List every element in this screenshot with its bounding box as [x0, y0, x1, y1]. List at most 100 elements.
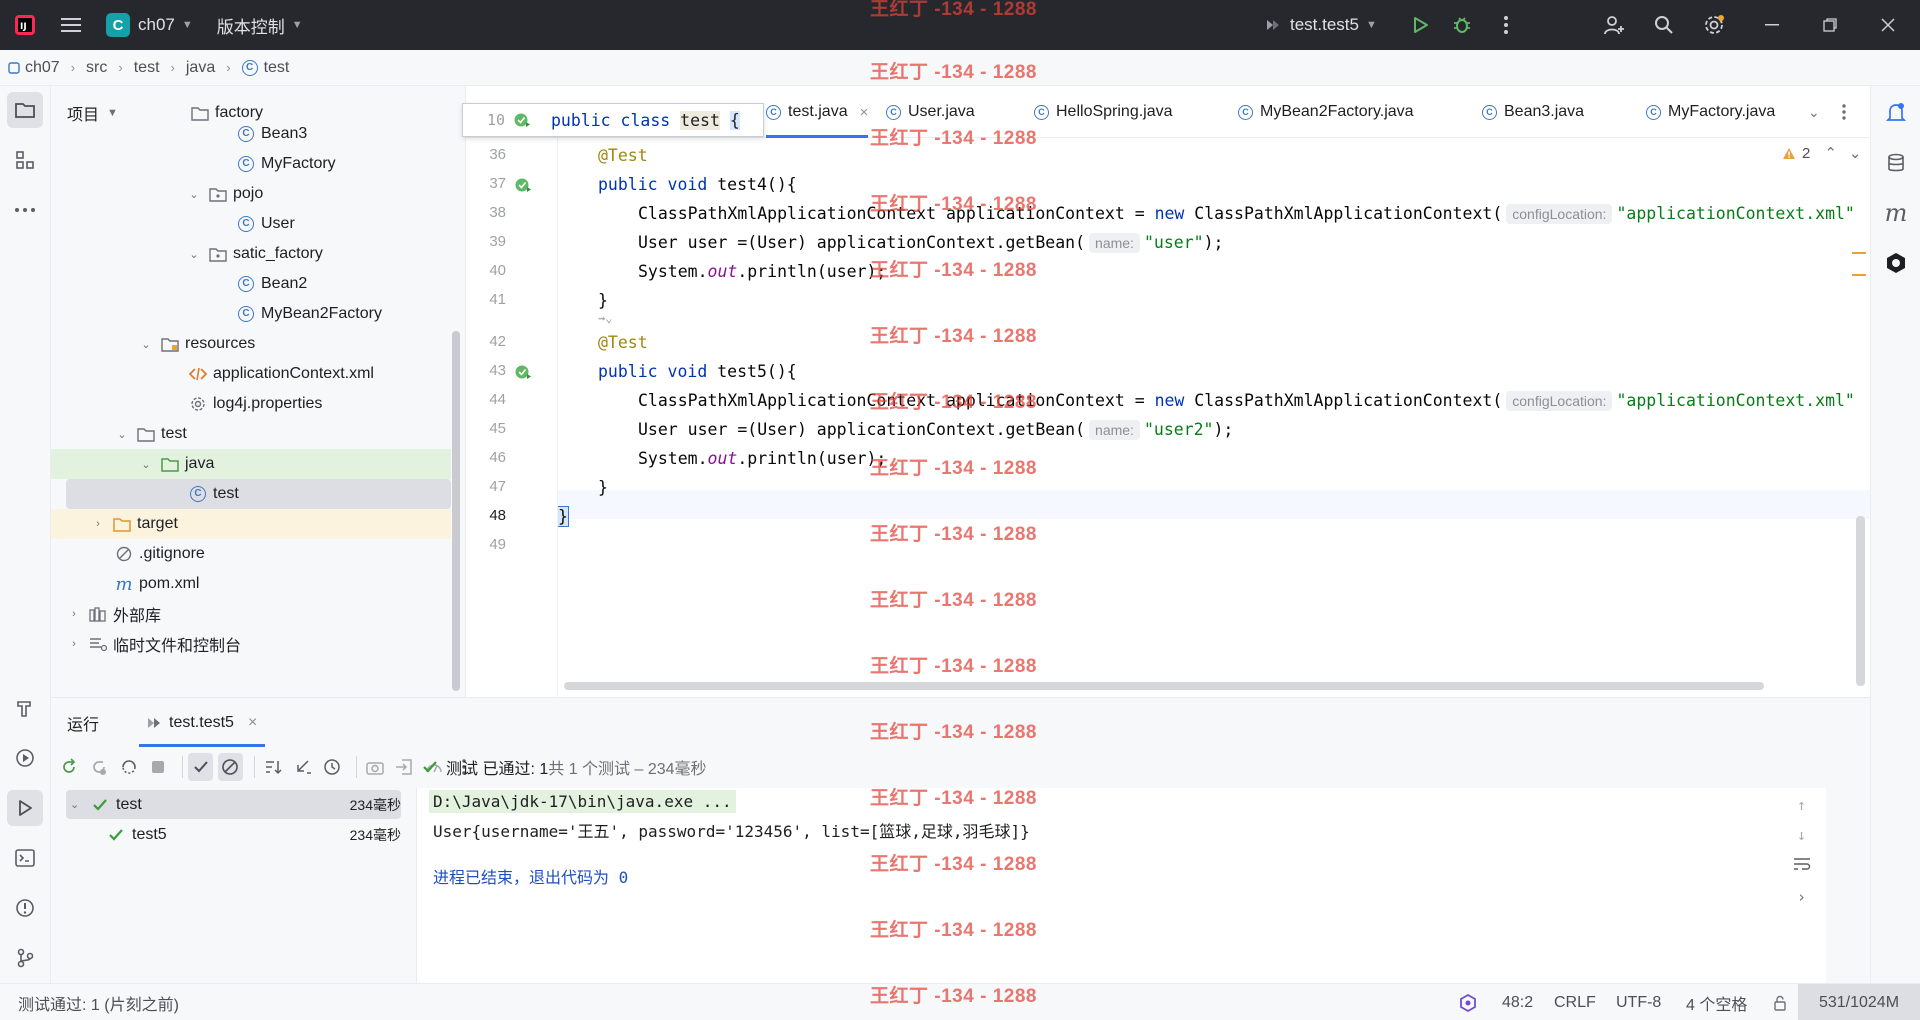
tree-item-external-libraries[interactable]: › 外部库 — [51, 599, 451, 629]
close-tab-icon[interactable]: × — [248, 714, 257, 732]
tab-mybean2factory-java[interactable]: C MyBean2Factory.java — [1238, 86, 1414, 138]
tree-item-myfactory[interactable]: C MyFactory — [51, 149, 451, 179]
code-vision-icon[interactable]: ⇝⌄ — [598, 311, 612, 325]
git-tool-button[interactable] — [7, 940, 43, 976]
breadcrumb-item-class[interactable]: C test — [241, 59, 289, 77]
stop-button[interactable] — [146, 753, 171, 781]
vcs-menu[interactable]: 版本控制 ▼ — [217, 0, 303, 50]
chevron-down-icon[interactable]: ⌄ — [139, 458, 153, 471]
tree-item-gitignore[interactable]: .gitignore — [51, 539, 451, 569]
database-button[interactable] — [1879, 146, 1913, 180]
rerun-failed-button[interactable] — [87, 753, 112, 781]
tree-item-applicationcontext-xml[interactable]: applicationContext.xml — [51, 359, 451, 389]
build-tool-button[interactable] — [7, 690, 43, 726]
chevron-down-icon[interactable]: ⌄ — [187, 188, 201, 201]
more-actions-button[interactable] — [1484, 0, 1528, 50]
soft-wrap-button[interactable] — [1793, 856, 1811, 875]
services-tool-button[interactable] — [7, 740, 43, 776]
run-test-gutter-icon[interactable] — [514, 363, 532, 381]
tree-item-java-test-root[interactable]: ⌄ java — [51, 449, 451, 479]
status-message[interactable]: 测试通过: 1 (片刻之前) — [18, 984, 179, 1020]
run-config-selector[interactable]: test.test5 ▼ — [1264, 0, 1377, 50]
tree-item-target[interactable]: › target — [51, 509, 451, 539]
tree-item-test-class[interactable]: C test — [66, 479, 451, 509]
tree-item-user[interactable]: C User — [51, 209, 451, 239]
debug-button[interactable] — [1440, 0, 1484, 50]
scroll-down-icon[interactable]: ↓ — [1797, 826, 1806, 844]
show-ignored-toggle[interactable] — [218, 753, 243, 781]
scroll-up-icon[interactable]: ↑ — [1797, 796, 1806, 814]
code-area[interactable]: @Test public void test4(){ ClassPathXmlA… — [558, 138, 1870, 697]
line-separator[interactable]: CRLF — [1554, 984, 1596, 1020]
tab-hellospring-java[interactable]: C HelloSpring.java — [1034, 86, 1173, 138]
collapse-all-button[interactable] — [290, 753, 315, 781]
tree-item-bean2[interactable]: C Bean2 — [51, 269, 451, 299]
import-tests-button[interactable] — [392, 753, 417, 781]
test-result-row[interactable]: ⌄ test 234毫秒 — [66, 790, 401, 819]
ai-status-icon[interactable] — [1458, 984, 1478, 1020]
app-logo-icon[interactable]: IJ — [0, 0, 50, 50]
breadcrumb-item-src[interactable]: src — [86, 59, 107, 77]
chevron-right-icon[interactable]: › — [67, 608, 81, 620]
run-test-gutter-icon[interactable] — [514, 176, 532, 194]
tree-item-resources[interactable]: ⌄ resources — [51, 329, 451, 359]
toggle-auto-test-button[interactable] — [116, 753, 141, 781]
notifications-button[interactable] — [1879, 96, 1913, 130]
search-button[interactable] — [1642, 0, 1686, 50]
run-tab-test-test5[interactable]: test.test5 × — [139, 698, 266, 747]
run-tool-button[interactable] — [7, 790, 43, 826]
sort-button[interactable] — [261, 753, 286, 781]
chevron-down-icon[interactable]: ⌄ — [115, 428, 129, 441]
close-window-button[interactable] — [1866, 0, 1910, 50]
tree-item-pojo[interactable]: ⌄ pojo — [51, 179, 451, 209]
breadcrumb-item-java[interactable]: java — [186, 59, 215, 77]
more-tools-button[interactable] — [7, 192, 43, 228]
rerun-button[interactable] — [57, 753, 82, 781]
chevron-down-icon[interactable]: ⌄ — [139, 338, 153, 351]
console-output[interactable]: D:\Java\jdk-17\bin\java.exe ... User{use… — [416, 788, 1826, 984]
run-test-gutter-icon[interactable] — [513, 111, 531, 129]
tree-item-pom-xml[interactable]: m pom.xml — [51, 569, 451, 599]
indent-setting[interactable]: 4 个空格 — [1686, 984, 1747, 1020]
project-tool-button[interactable] — [7, 92, 43, 128]
chevron-right-icon[interactable]: › — [67, 638, 81, 650]
editor-more-button[interactable] — [1842, 86, 1846, 138]
main-menu-button[interactable] — [50, 0, 92, 50]
minimize-button[interactable] — [1750, 0, 1794, 50]
file-encoding[interactable]: UTF-8 — [1616, 984, 1661, 1020]
structure-tool-button[interactable] — [7, 142, 43, 178]
chevron-down-icon[interactable]: ⌄ — [187, 248, 201, 261]
maven-tool-button[interactable]: m — [1879, 196, 1913, 230]
memory-indicator[interactable]: 531/1024M — [1798, 984, 1920, 1020]
test-result-row[interactable]: test5 234毫秒 — [66, 820, 401, 849]
problems-tool-button[interactable] — [7, 890, 43, 926]
breadcrumb-item-test[interactable]: test — [134, 59, 160, 77]
chevron-down-icon[interactable]: ⌄ — [70, 798, 84, 811]
tab-test-java[interactable]: C test.java × — [766, 86, 869, 138]
restore-button[interactable] — [1808, 0, 1852, 50]
tab-bean3-java[interactable]: C Bean3.java — [1482, 86, 1584, 138]
breadcrumb-item-project[interactable]: ch07 — [8, 59, 60, 77]
test-history-button[interactable] — [320, 753, 345, 781]
chevron-right-icon[interactable]: › — [1797, 888, 1806, 906]
terminal-tool-button[interactable] — [7, 840, 43, 876]
add-user-button[interactable] — [1592, 0, 1636, 50]
run-button[interactable] — [1398, 0, 1442, 50]
project-switcher[interactable]: C ch07 ▼ — [106, 0, 193, 50]
tree-item-bean3[interactable]: C Bean3 — [51, 119, 451, 149]
tab-myfactory-java[interactable]: C MyFactory.java — [1646, 86, 1796, 138]
tree-item-log4j-properties[interactable]: log4j.properties — [51, 389, 451, 419]
tab-user-java[interactable]: C User.java — [886, 86, 975, 138]
tree-item-test-folder[interactable]: ⌄ test — [51, 419, 451, 449]
tab-list-button[interactable]: ⌄ — [1808, 86, 1820, 138]
settings-button[interactable] — [1692, 0, 1736, 50]
editor-vertical-scrollbar[interactable] — [1856, 516, 1865, 686]
ai-assistant-button[interactable] — [1879, 246, 1913, 280]
tree-item-scratches[interactable]: › 临时文件和控制台 — [51, 629, 451, 659]
tree-item-satic-factory[interactable]: ⌄ satic_factory — [51, 239, 451, 269]
chevron-right-icon[interactable]: › — [91, 518, 105, 530]
editor-horizontal-scrollbar[interactable] — [564, 682, 1764, 690]
tree-item-mybean2factory[interactable]: C MyBean2Factory — [51, 299, 451, 329]
caret-position[interactable]: 48:2 — [1502, 984, 1533, 1020]
lock-icon[interactable] — [1772, 984, 1788, 1020]
